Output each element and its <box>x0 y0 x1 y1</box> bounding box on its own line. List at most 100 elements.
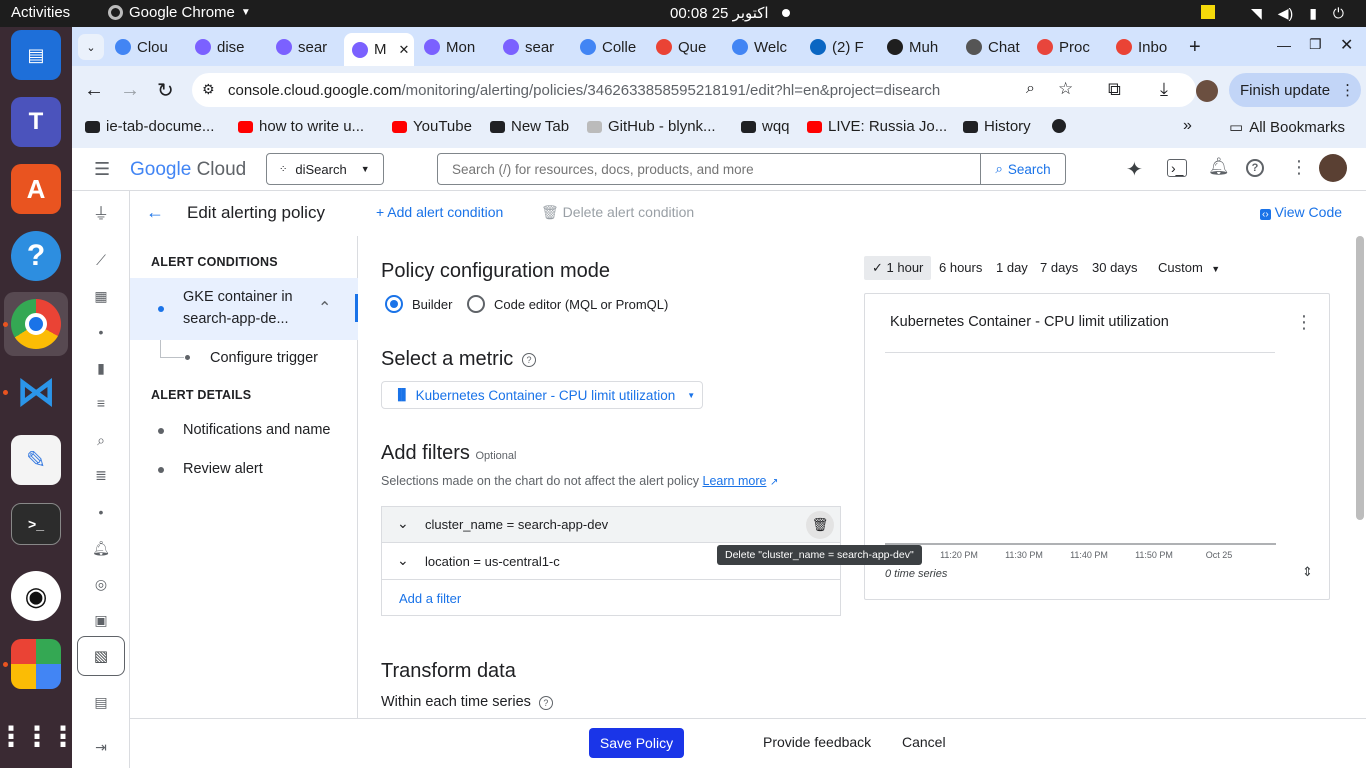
logs-icon[interactable]: ≡ <box>86 392 116 414</box>
new-tab-button[interactable]: + <box>1189 36 1201 59</box>
condition-item[interactable]: GKE container in search-app-de... ⌃ <box>130 278 358 340</box>
bookmark-item[interactable]: ie-tab-docume... <box>85 118 214 135</box>
profile-avatar[interactable] <box>1196 80 1218 102</box>
bookmark-item[interactable]: New Tab <box>490 118 569 135</box>
maximize-button[interactable]: ❐ <box>1309 36 1322 53</box>
terminal-app-icon[interactable]: >_ <box>11 503 61 545</box>
clock[interactable]: 00:08 25 اکتوبر <box>670 4 769 22</box>
close-window-button[interactable]: ✕ <box>1340 35 1353 55</box>
back-button[interactable]: ← <box>84 79 104 102</box>
app-menu[interactable]: Google Chrome ▼ <box>108 4 251 21</box>
browser-tab[interactable]: Mon <box>424 33 492 61</box>
delete-filter-button[interactable]: 🗑︎ <box>806 511 834 539</box>
bookmark-item[interactable]: how to write u... <box>238 118 364 135</box>
alerting-icon[interactable]: 🔔︎ <box>86 537 116 559</box>
dashboards-icon[interactable]: ▦ <box>86 285 116 307</box>
browser-tab[interactable]: Clou <box>115 33 183 61</box>
save-policy-button[interactable]: Save Policy <box>589 728 684 758</box>
reload-button[interactable]: ↻ <box>157 78 174 103</box>
bookmark-item[interactable]: LIVE: Russia Jo... <box>807 118 947 135</box>
time-range-option[interactable]: 6 hours <box>939 256 982 280</box>
bookmark-item[interactable]: History <box>963 118 1031 135</box>
notifications-icon[interactable]: 🔔︎ <box>1208 157 1230 177</box>
vscode-app-icon[interactable]: ⋈ <box>11 367 61 417</box>
minimize-button[interactable]: — <box>1277 37 1291 53</box>
downloads-icon[interactable]: ⤓ <box>1160 79 1168 100</box>
time-range-option[interactable]: 7 days <box>1040 256 1078 280</box>
github-app-icon[interactable]: ◉ <box>11 571 61 621</box>
close-tab-icon[interactable]: ✕ <box>399 42 410 58</box>
monitoring-logo-icon[interactable]: ⏚ <box>86 201 116 223</box>
activities-button[interactable]: Activities <box>11 4 70 21</box>
overview-icon[interactable]: ⟋ <box>86 249 116 271</box>
site-info-icon[interactable]: ⚙ <box>202 81 215 98</box>
account-avatar[interactable] <box>1319 154 1347 182</box>
globe-icon[interactable] <box>1052 119 1066 133</box>
browser-tab[interactable]: Proc <box>1037 33 1105 61</box>
back-arrow-icon[interactable]: ← <box>146 202 164 223</box>
all-bookmarks-button[interactable]: ▭ All Bookmarks <box>1229 118 1345 137</box>
show-apps-icon[interactable]: ⋮⋮⋮ <box>0 711 77 761</box>
delete-alert-condition-button[interactable]: 🗑︎ Delete alert condition <box>541 204 694 221</box>
code-editor-radio[interactable]: Code editor (MQL or PromQL) <box>467 295 668 313</box>
chat-app-icon[interactable] <box>11 639 61 689</box>
browser-tab[interactable]: sear <box>503 33 571 61</box>
address-bar[interactable]: ⚙ console.cloud.google.com/monitoring/al… <box>192 73 1196 107</box>
project-picker[interactable]: ⁘ diSearch ▼ <box>266 153 384 185</box>
kebab-menu-icon[interactable]: ⋮ <box>1295 312 1313 333</box>
configure-trigger-item[interactable]: Configure trigger <box>210 350 318 366</box>
browser-tab[interactable]: sear <box>276 33 344 61</box>
search-button[interactable]: ⌕ Search <box>980 153 1066 185</box>
time-range-option[interactable]: Custom ▼ <box>1158 256 1220 280</box>
google-cloud-logo[interactable]: Google Cloud <box>130 159 246 181</box>
review-alert-item[interactable]: Review alert <box>183 461 263 477</box>
help-icon[interactable]: ? <box>522 353 536 367</box>
browser-tab[interactable]: Inbo <box>1116 33 1184 61</box>
browser-tab[interactable]: M ✕ <box>344 33 414 66</box>
add-alert-condition-button[interactable]: + Add alert condition <box>376 204 503 220</box>
learn-more-link[interactable]: Learn more <box>703 474 767 488</box>
expand-legend-icon[interactable]: ⇕ <box>1302 564 1313 580</box>
builder-radio[interactable]: Builder <box>385 295 452 313</box>
bookmarks-overflow-icon[interactable]: » <box>1183 117 1192 135</box>
time-range-option[interactable]: 1 day <box>996 256 1028 280</box>
page-scrollbar[interactable] <box>1356 236 1364 520</box>
expand-rail-icon[interactable]: ⇥ <box>86 736 116 758</box>
search-input[interactable] <box>437 153 981 185</box>
trace-icon[interactable]: ⌕ <box>86 429 116 451</box>
filter-row[interactable]: ⌄ cluster_name = search-app-dev 🗑︎ <box>382 507 840 543</box>
help-icon[interactable]: ? <box>538 696 553 710</box>
gemini-icon[interactable]: ✦ <box>1126 157 1143 182</box>
tab-search-button[interactable]: ⌄ <box>78 34 104 60</box>
cloud-shell-icon[interactable]: ›_ <box>1167 159 1188 177</box>
view-code-button[interactable]: ‹› View Code <box>1260 204 1342 220</box>
kebab-menu-icon[interactable]: ⋮ <box>1290 157 1308 178</box>
time-range-option[interactable]: ✓ 1 hour <box>864 256 932 280</box>
app-center-icon[interactable]: A <box>11 164 61 214</box>
browser-tab[interactable]: Colle <box>580 33 648 61</box>
settings-icon[interactable]: ▤ <box>86 691 116 713</box>
metric-selector[interactable]: ▐▌ Kubernetes Container - CPU limit util… <box>381 381 703 409</box>
hamburger-menu-icon[interactable]: ☰ <box>94 159 110 180</box>
browser-tab[interactable]: Chat <box>966 33 1034 61</box>
teams-penguin-app-icon[interactable]: T <box>11 97 61 147</box>
uptime-icon[interactable]: ◎ <box>86 573 116 595</box>
groups-icon[interactable]: ▣ <box>86 609 116 631</box>
chevron-up-icon[interactable]: ⌃ <box>318 298 331 318</box>
notifications-item[interactable]: Notifications and name <box>183 422 331 438</box>
bookmark-item[interactable]: YouTube <box>392 118 472 135</box>
browser-tab[interactable]: (2) F <box>810 33 878 61</box>
help-app-icon[interactable]: ? <box>11 231 61 281</box>
chevron-down-icon[interactable]: ⌄ <box>397 552 409 569</box>
browser-tab[interactable]: Que <box>656 33 724 61</box>
system-tray[interactable]: ◥ ◀) ▮ ⏻ <box>1200 5 1344 22</box>
bookmark-item[interactable]: wqq <box>741 118 790 135</box>
time-range-option[interactable]: 30 days <box>1092 256 1138 280</box>
finish-update-button[interactable]: Finish update ⋮ <box>1229 73 1361 107</box>
zoom-icon[interactable]: ⌕ <box>1026 80 1035 98</box>
extensions-icon[interactable]: ⧉ <box>1108 79 1121 100</box>
integrations-icon[interactable]: ▧ <box>77 636 125 676</box>
chrome-app-icon[interactable] <box>11 299 61 349</box>
writer-app-icon[interactable]: ▤ <box>11 30 61 80</box>
provide-feedback-button[interactable]: Provide feedback <box>763 734 871 750</box>
